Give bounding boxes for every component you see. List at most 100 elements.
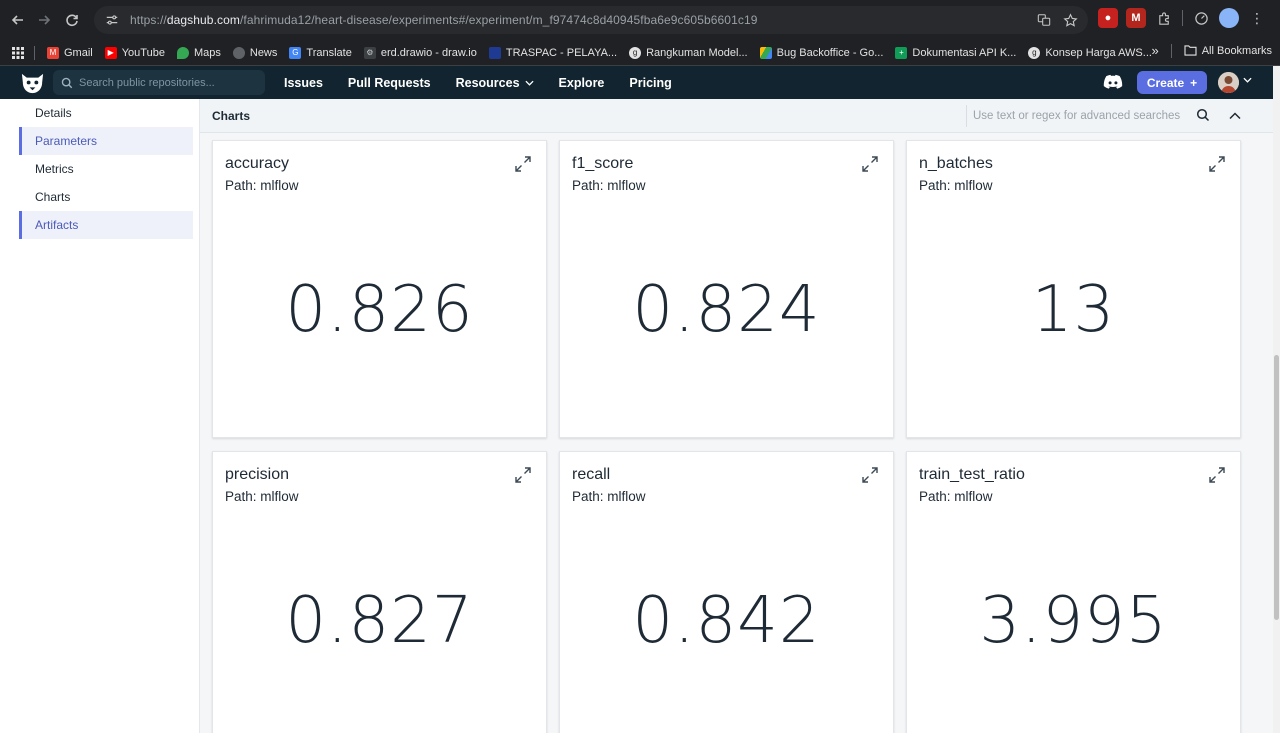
nav-resources-label: Resources xyxy=(455,75,520,90)
bookmark-drawio[interactable]: ⚙ erd.drawio - draw.io xyxy=(358,43,483,63)
bookmark-news[interactable]: News xyxy=(227,43,284,63)
performance-icon[interactable] xyxy=(1191,8,1211,28)
bookmark-bug-backoffice[interactable]: Bug Backoffice - Go... xyxy=(754,43,890,63)
nav-issues[interactable]: Issues xyxy=(284,76,323,90)
bookmark-konsep-harga[interactable]: g Konsep Harga AWS... xyxy=(1022,43,1158,63)
sidebar-item-details[interactable]: Details xyxy=(19,99,193,127)
expand-icon[interactable] xyxy=(514,466,532,484)
repo-search[interactable] xyxy=(53,70,265,95)
nav-pricing[interactable]: Pricing xyxy=(629,76,671,90)
metric-path: Path: mlflow xyxy=(225,178,299,193)
forward-icon[interactable] xyxy=(30,6,58,34)
all-bookmarks-button[interactable]: All Bookmarks xyxy=(1184,45,1272,57)
page-scrollbar-thumb[interactable] xyxy=(1274,355,1279,620)
avatar-chevron-icon[interactable] xyxy=(1243,75,1252,86)
folder-icon xyxy=(1184,45,1197,56)
bookmark-label: News xyxy=(249,46,278,59)
sheets-icon: + xyxy=(895,46,908,59)
bookmark-maps[interactable]: Maps xyxy=(171,43,227,63)
all-bookmarks-label: All Bookmarks xyxy=(1201,44,1272,57)
search-icon[interactable] xyxy=(1196,108,1210,122)
url-host: dagshub.com xyxy=(166,13,240,27)
create-button[interactable]: Create + xyxy=(1137,71,1207,94)
apps-grid-icon[interactable] xyxy=(10,43,30,63)
charts-header: Charts xyxy=(200,99,1273,133)
metric-card-train-test-ratio: train_test_ratio Path: mlflow 3.995 xyxy=(906,451,1241,733)
nav-resources[interactable]: Resources xyxy=(456,76,534,90)
dagshub-logo-icon[interactable] xyxy=(19,69,46,96)
maps-icon xyxy=(176,46,189,59)
address-bar[interactable]: https://dagshub.com/fahrimuda12/heart-di… xyxy=(94,6,1088,34)
metric-name: accuracy xyxy=(225,155,290,172)
metric-name: train_test_ratio xyxy=(919,466,1025,483)
metric-name: f1_score xyxy=(572,155,634,172)
charts-search[interactable] xyxy=(966,105,1218,127)
bookmark-dokumentasi[interactable]: + Dokumentasi API K... xyxy=(889,43,1022,63)
profile-avatar-icon[interactable] xyxy=(1219,8,1239,28)
bookmark-rangkuman[interactable]: g Rangkuman Model... xyxy=(623,43,754,63)
extension-red-icon[interactable]: ● xyxy=(1098,8,1118,28)
metric-value: 3.995 xyxy=(979,584,1168,658)
toolbar-divider xyxy=(1182,10,1183,26)
metric-path: Path: mlflow xyxy=(225,489,299,504)
menu-kebab-icon[interactable]: ⋮ xyxy=(1247,8,1267,28)
bookmark-youtube[interactable]: ▶ YouTube xyxy=(99,43,171,63)
drive-icon xyxy=(759,46,772,59)
sidebar-item-metrics[interactable]: Metrics xyxy=(19,155,193,183)
extensions-puzzle-icon[interactable] xyxy=(1154,8,1174,28)
url-path: /fahrimuda12/heart-disease/experiments#/… xyxy=(239,13,758,27)
bookmark-divider xyxy=(34,45,35,60)
traspac-icon xyxy=(488,46,501,59)
nav-pull-requests[interactable]: Pull Requests xyxy=(348,76,431,90)
chevron-down-icon xyxy=(524,78,534,88)
bookmark-star-icon[interactable] xyxy=(1060,10,1080,30)
metric-value: 13 xyxy=(1031,273,1116,347)
sidebar-item-charts[interactable]: Charts xyxy=(19,183,193,211)
more-bookmarks-icon[interactable]: » xyxy=(1151,43,1158,58)
search-input[interactable] xyxy=(79,76,259,89)
metric-name: recall xyxy=(572,466,611,483)
reload-icon[interactable] xyxy=(58,6,86,34)
site-settings-icon[interactable] xyxy=(102,10,122,30)
bookmark-label: TRASPAC - PELAYA... xyxy=(505,46,618,59)
expand-icon[interactable] xyxy=(861,155,879,173)
metric-value: 0.827 xyxy=(285,584,474,658)
github-icon: g xyxy=(1028,46,1041,59)
metric-value: 0.842 xyxy=(632,584,821,658)
bookmark-gmail[interactable]: M Gmail xyxy=(41,43,99,63)
chevron-up-icon[interactable] xyxy=(1227,108,1243,124)
bookmark-translate[interactable]: G Translate xyxy=(283,43,357,63)
bookmark-label: Dokumentasi API K... xyxy=(912,46,1017,59)
discord-icon[interactable] xyxy=(1103,74,1123,90)
translate-bookmark-icon: G xyxy=(289,46,302,59)
sidebar-item-artifacts[interactable]: Artifacts xyxy=(19,211,193,239)
sidebar-item-parameters[interactable]: Parameters xyxy=(19,127,193,155)
expand-icon[interactable] xyxy=(861,466,879,484)
metric-path: Path: mlflow xyxy=(572,178,646,193)
search-icon xyxy=(61,77,73,88)
metric-card-recall: recall Path: mlflow 0.842 xyxy=(559,451,894,733)
bookmark-label: Bug Backoffice - Go... xyxy=(776,46,884,59)
url-scheme: https:// xyxy=(130,13,167,27)
bookmark-label: Maps xyxy=(193,46,221,59)
bookmark-traspac[interactable]: TRASPAC - PELAYA... xyxy=(483,43,623,63)
expand-icon[interactable] xyxy=(514,155,532,173)
metric-path: Path: mlflow xyxy=(572,489,646,504)
extension-pdf-icon[interactable]: M xyxy=(1126,8,1146,28)
bookmark-label: Konsep Harga AWS... xyxy=(1045,46,1152,59)
translate-icon[interactable] xyxy=(1034,10,1054,30)
bookmark-label: erd.drawio - draw.io xyxy=(380,46,477,59)
bookmarks-bar: M Gmail ▶ YouTube Maps News G Translate ⚙ er… xyxy=(0,40,1280,66)
charts-search-input[interactable] xyxy=(973,110,1191,122)
user-avatar[interactable] xyxy=(1218,72,1239,93)
gmail-icon: M xyxy=(47,46,59,59)
expand-icon[interactable] xyxy=(1208,466,1226,484)
metric-card-precision: precision Path: mlflow 0.827 xyxy=(212,451,547,733)
expand-icon[interactable] xyxy=(1208,155,1226,173)
back-icon[interactable] xyxy=(4,6,32,34)
github-icon: g xyxy=(629,46,642,59)
metric-value: 0.824 xyxy=(632,273,821,347)
bookmark-label: Rangkuman Model... xyxy=(646,46,748,59)
nav-explore[interactable]: Explore xyxy=(559,76,605,90)
metric-card-f1-score: f1_score Path: mlflow 0.824 xyxy=(559,140,894,438)
